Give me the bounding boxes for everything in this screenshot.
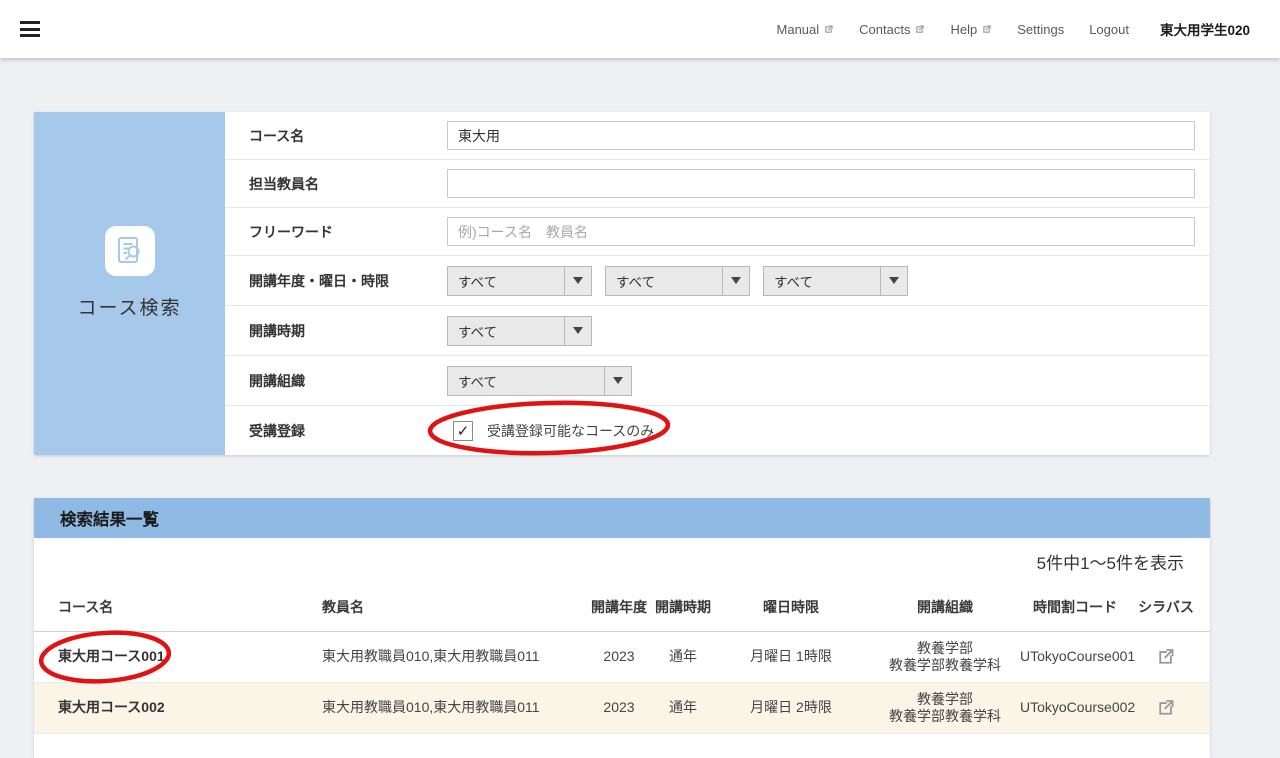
teacher-name-input[interactable] — [447, 169, 1195, 198]
search-form: コース名 担当教員名 フリーワード 開講年度・曜日・時限 すべて すべて すべて — [225, 112, 1210, 455]
period-select-value: すべて — [764, 271, 880, 291]
results-table-header: コース名 教員名 開講年度 開講時期 曜日時限 開講組織 時間割コード シラバス — [34, 585, 1210, 632]
nav-help-label: Help — [950, 22, 977, 37]
chevron-down-icon — [880, 267, 907, 295]
course-002-day-period: 月曜日 2時限 — [712, 699, 870, 717]
nav-settings-label: Settings — [1017, 22, 1064, 37]
period-select[interactable]: すべて — [763, 266, 908, 296]
syllabus-external-link-icon[interactable] — [1156, 647, 1176, 667]
col-day-period: 曜日時限 — [712, 599, 870, 617]
nav-manual[interactable]: Manual — [777, 22, 835, 37]
organization-select-value: すべて — [448, 371, 604, 391]
external-link-icon — [823, 24, 834, 35]
nav-contacts-label: Contacts — [859, 22, 910, 37]
form-row-year-day-period: 開講年度・曜日・時限 すべて すべて すべて — [225, 256, 1210, 306]
col-teacher-name: 教員名 — [322, 599, 584, 617]
chevron-down-icon — [564, 317, 591, 345]
term-select[interactable]: すべて — [447, 316, 592, 346]
chevron-down-icon — [722, 267, 749, 295]
check-icon: ✓ — [457, 422, 470, 440]
course-002-organization: 教養学部教養学部教養学科 — [870, 691, 1020, 726]
course-002-code: UTokyoCourse002 — [1020, 699, 1130, 717]
organization-label: 開講組織 — [249, 371, 447, 391]
col-organization: 開講組織 — [870, 599, 1020, 617]
top-header: Manual Contacts Help Settings Logout 東大用… — [0, 0, 1280, 58]
course-001-year: 2023 — [584, 648, 654, 666]
course-001-teachers: 東大用教職員010,東大用教職員011 — [322, 648, 584, 666]
course-001-term: 通年 — [654, 648, 712, 666]
course-search-sidebar: コース検索 — [34, 112, 225, 455]
free-word-input[interactable] — [447, 217, 1195, 246]
form-row-teacher-name: 担当教員名 — [225, 160, 1210, 208]
nav-logout[interactable]: Logout — [1089, 22, 1129, 37]
results-count: 5件中1〜5件を表示 — [34, 538, 1210, 585]
course-002-link[interactable]: 東大用コース002 — [58, 699, 165, 715]
course-search-icon — [105, 226, 155, 276]
registration-checkbox[interactable]: ✓ — [453, 421, 473, 441]
term-label: 開講時期 — [249, 321, 447, 341]
external-link-icon — [981, 24, 992, 35]
chevron-down-icon — [564, 267, 591, 295]
registration-checkbox-label: 受講登録可能なコースのみ — [487, 421, 654, 441]
course-001-link[interactable]: 東大用コース001 — [58, 648, 165, 664]
nav-help[interactable]: Help — [950, 22, 992, 37]
course-001-code: UTokyoCourse001 — [1020, 648, 1130, 666]
organization-select[interactable]: すべて — [447, 366, 632, 396]
logged-in-username: 東大用学生020 — [1160, 19, 1250, 39]
external-link-icon — [914, 24, 925, 35]
nav-logout-label: Logout — [1089, 22, 1129, 37]
search-panel-title: コース検索 — [77, 293, 181, 320]
search-results-panel: 検索結果一覧 5件中1〜5件を表示 コース名 教員名 開講年度 開講時期 曜日時… — [34, 498, 1210, 758]
table-row-course-002: 東大用コース002 東大用教職員010,東大用教職員011 2023 通年 月曜… — [34, 683, 1210, 734]
free-word-label: フリーワード — [249, 222, 447, 242]
col-syllabus: シラバス — [1130, 599, 1202, 617]
registration-label: 受講登録 — [249, 421, 447, 441]
form-row-organization: 開講組織 すべて — [225, 356, 1210, 406]
day-select-value: すべて — [606, 271, 722, 291]
col-year: 開講年度 — [584, 599, 654, 617]
year-day-period-label: 開講年度・曜日・時限 — [249, 271, 447, 291]
course-002-term: 通年 — [654, 699, 712, 717]
table-row-course-001: 東大用コース001 東大用教職員010,東大用教職員011 2023 通年 月曜… — [34, 632, 1210, 683]
top-navigation: Manual Contacts Help Settings Logout 東大用… — [777, 19, 1280, 39]
form-row-term: 開講時期 すべて — [225, 306, 1210, 356]
course-002-year: 2023 — [584, 699, 654, 717]
course-name-input[interactable] — [447, 121, 1195, 150]
form-row-registration: 受講登録 ✓ 受講登録可能なコースのみ — [225, 406, 1210, 455]
chevron-down-icon — [604, 367, 631, 395]
hamburger-menu-icon[interactable] — [20, 21, 40, 37]
registration-checkbox-area: ✓ 受講登録可能なコースのみ — [453, 421, 654, 441]
form-row-course-name: コース名 — [225, 112, 1210, 160]
year-select-value: すべて — [448, 271, 564, 291]
nav-contacts[interactable]: Contacts — [859, 22, 925, 37]
teacher-name-label: 担当教員名 — [249, 174, 447, 194]
day-select[interactable]: すべて — [605, 266, 750, 296]
term-select-value: すべて — [448, 321, 564, 341]
col-course-name: コース名 — [34, 599, 322, 617]
year-select[interactable]: すべて — [447, 266, 592, 296]
nav-manual-label: Manual — [777, 22, 820, 37]
course-001-day-period: 月曜日 1時限 — [712, 648, 870, 666]
course-name-label: コース名 — [249, 126, 447, 146]
form-row-free-word: フリーワード — [225, 208, 1210, 256]
col-term: 開講時期 — [654, 599, 712, 617]
nav-settings[interactable]: Settings — [1017, 22, 1064, 37]
course-002-teachers: 東大用教職員010,東大用教職員011 — [322, 699, 584, 717]
course-001-organization: 教養学部教養学部教養学科 — [870, 640, 1020, 675]
syllabus-external-link-icon[interactable] — [1156, 698, 1176, 718]
col-timetable-code: 時間割コード — [1020, 599, 1130, 617]
course-search-panel: コース検索 コース名 担当教員名 フリーワード 開講年度・曜日・時限 すべて す… — [34, 112, 1210, 455]
results-title: 検索結果一覧 — [34, 498, 1210, 538]
